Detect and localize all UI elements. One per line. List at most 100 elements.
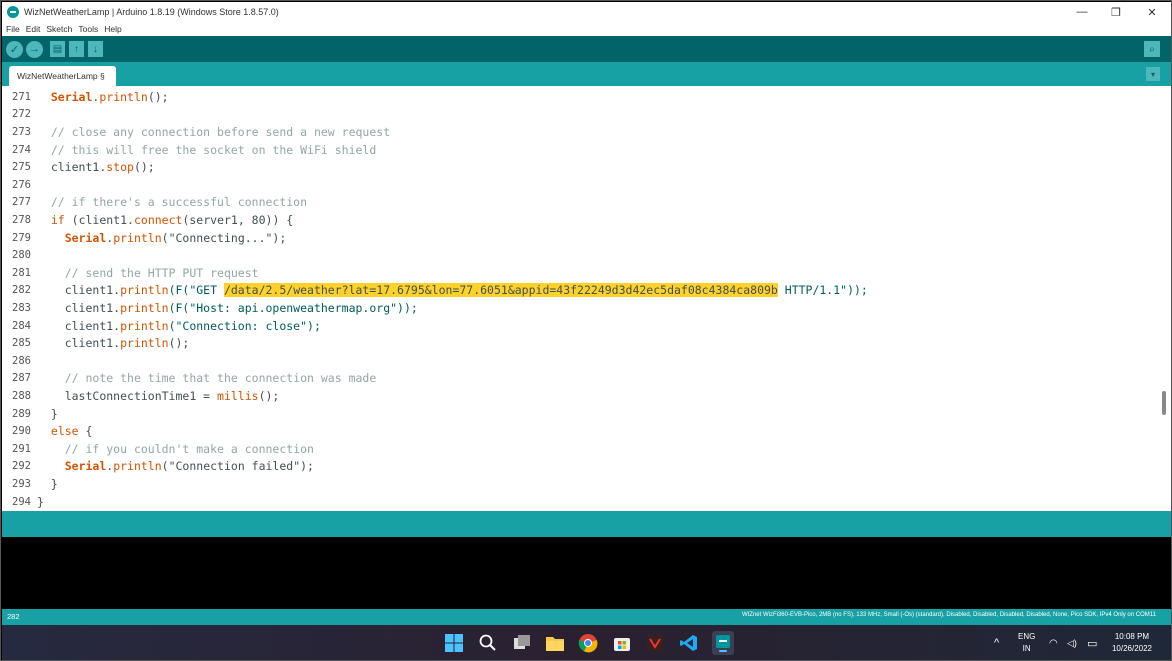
menu-bar: File Edit Sketch Tools Help [2,22,1171,36]
code-line: 283 client1.println(F("Host: api.openwea… [2,299,1152,317]
clock[interactable]: 10:08 PM 10/26/2022 [1112,631,1152,655]
cursor-line-number: 282 [7,612,20,621]
code-text: client1.println(); [64,336,190,351]
code-line: 271 Serial.println(); [2,88,1152,106]
title-bar: WizNetWeatherLamp | Arduino 1.8.19 (Wind… [2,2,1171,22]
code-line: 286 [2,352,1152,370]
code-editor[interactable]: 271 Serial.println(); 272 273 // close a… [2,86,1171,511]
code-line: 278 if (client1.connect(server1, 80)) { [2,211,1152,229]
open-button[interactable]: ↑ [69,41,84,57]
magnifier-icon: ⌕ [1149,43,1155,55]
code-text: } [37,494,44,509]
line-number: 288 [12,389,31,402]
task-view-icon[interactable] [512,633,532,653]
code-line: 277 // if there's a successful connectio… [2,194,1152,212]
checkmark-icon: ✓ [9,43,20,56]
code-line: 292 Serial.println("Connection failed"); [2,458,1152,476]
toolbar: ✓ → ▤ ↑ ↓ ⌕ [2,36,1171,62]
highlighted-url: /data/2.5/weather?lat=17.6795&lon=77.605… [223,283,778,298]
menu-sketch[interactable]: Sketch [46,24,72,34]
battery-icon[interactable]: ▭ [1087,625,1097,660]
tab-bar: WizNetWeatherLamp § ▾ [2,62,1171,86]
app-icon[interactable] [645,633,665,653]
menu-tools[interactable]: Tools [78,24,98,34]
menu-help[interactable]: Help [104,24,121,34]
code-line: 284 client1.println("Connection: close")… [2,317,1152,335]
line-number: 273 [12,125,31,138]
language-indicator[interactable]: ENG IN [1018,631,1035,655]
code-line: 272 [2,106,1152,124]
board-info: WIZnet WizFi360-EVB-Pico, 2MB (no FS), 1… [741,612,1156,618]
line-number: 275 [12,161,31,174]
serial-monitor-button[interactable]: ⌕ [1144,41,1160,57]
code-line: 285 client1.println(); [2,334,1152,352]
tray-chevron-icon[interactable]: ^ [994,625,999,660]
store-icon[interactable] [612,633,632,653]
new-button[interactable]: ▤ [50,41,65,57]
clock-time: 10:08 PM [1114,632,1150,641]
menu-file[interactable]: File [6,24,20,34]
code-text: client1.stop(); [50,160,155,175]
line-number: 294 [12,495,31,508]
editor-scrollbar[interactable] [1162,391,1166,415]
arrow-right-icon: → [29,43,40,55]
code-comment: // this will free the socket on the WiFi… [50,142,377,157]
code-line: 290 else { [2,422,1152,440]
code-line: 281 // send the HTTP PUT request [2,264,1152,282]
tab-menu-button[interactable]: ▾ [1146,67,1160,81]
code-comment: // if there's a successful connection [50,195,308,210]
code-line: 282 client1.println(F("GET /data/2.5/wea… [2,282,1152,300]
menu-edit[interactable]: Edit [26,24,41,34]
code-text: lastConnectionTime1 = millis(); [64,388,280,403]
line-number: 285 [12,337,31,350]
code-text: client1.println(F("GET /data/2.5/weather… [64,283,868,298]
code-text: else { [50,424,93,439]
line-number: 292 [12,460,31,473]
volume-icon[interactable]: ◁) [1067,625,1077,660]
code-text: Serial.println("Connecting..."); [64,230,287,245]
save-button[interactable]: ↓ [88,41,103,57]
chrome-icon[interactable] [578,633,598,653]
windows-start-icon[interactable] [444,633,464,653]
chevron-down-icon: ▾ [1150,69,1155,79]
code-text: } [50,406,58,421]
code-line: 276 [2,176,1152,194]
code-comment: // send the HTTP PUT request [64,265,259,280]
tab-wiznetweatherlamp[interactable]: WizNetWeatherLamp § [9,66,116,86]
code-line: 280 [2,246,1152,264]
arrow-down-icon: ↓ [93,43,98,55]
line-number: 271 [12,90,31,103]
minimize-button[interactable]: — [1064,2,1100,22]
line-number: 290 [12,425,31,438]
console-output[interactable] [2,537,1171,609]
line-number: 283 [12,301,31,314]
line-number: 286 [12,354,31,367]
line-number: 274 [12,143,31,156]
line-number: 282 [12,284,31,297]
upload-button[interactable]: → [26,40,43,58]
code-line: 287 // note the time that the connection… [2,370,1152,388]
code-comment: // note the time that the connection was… [64,371,377,386]
clock-date: 10/26/2022 [1111,644,1152,653]
message-bar [2,511,1171,537]
window-title: WizNetWeatherLamp | Arduino 1.8.19 (Wind… [24,7,279,17]
code-line: 289 } [2,405,1152,423]
line-number: 281 [12,266,31,279]
close-button[interactable]: ✕ [1134,2,1170,22]
code-line: 288 lastConnectionTime1 = millis(); [2,387,1152,405]
restore-button[interactable]: ❐ [1098,2,1134,22]
arduino-taskbar-icon[interactable] [712,631,734,655]
line-number: 280 [12,249,31,262]
file-explorer-icon[interactable] [545,633,565,653]
new-file-icon: ▤ [52,43,63,55]
line-number: 277 [12,196,31,209]
code-comment: // if you couldn't make a connection [64,441,314,456]
vscode-icon[interactable] [679,633,699,653]
code-text: Serial.println("Connection failed"); [64,459,314,474]
code-line: 273 // close any connection before send … [2,123,1152,141]
line-number: 287 [12,372,31,385]
verify-button[interactable]: ✓ [6,40,23,58]
search-icon[interactable] [478,633,498,653]
code-text: Serial.println(); [50,89,169,104]
wifi-icon[interactable]: ◠ [1049,625,1058,660]
